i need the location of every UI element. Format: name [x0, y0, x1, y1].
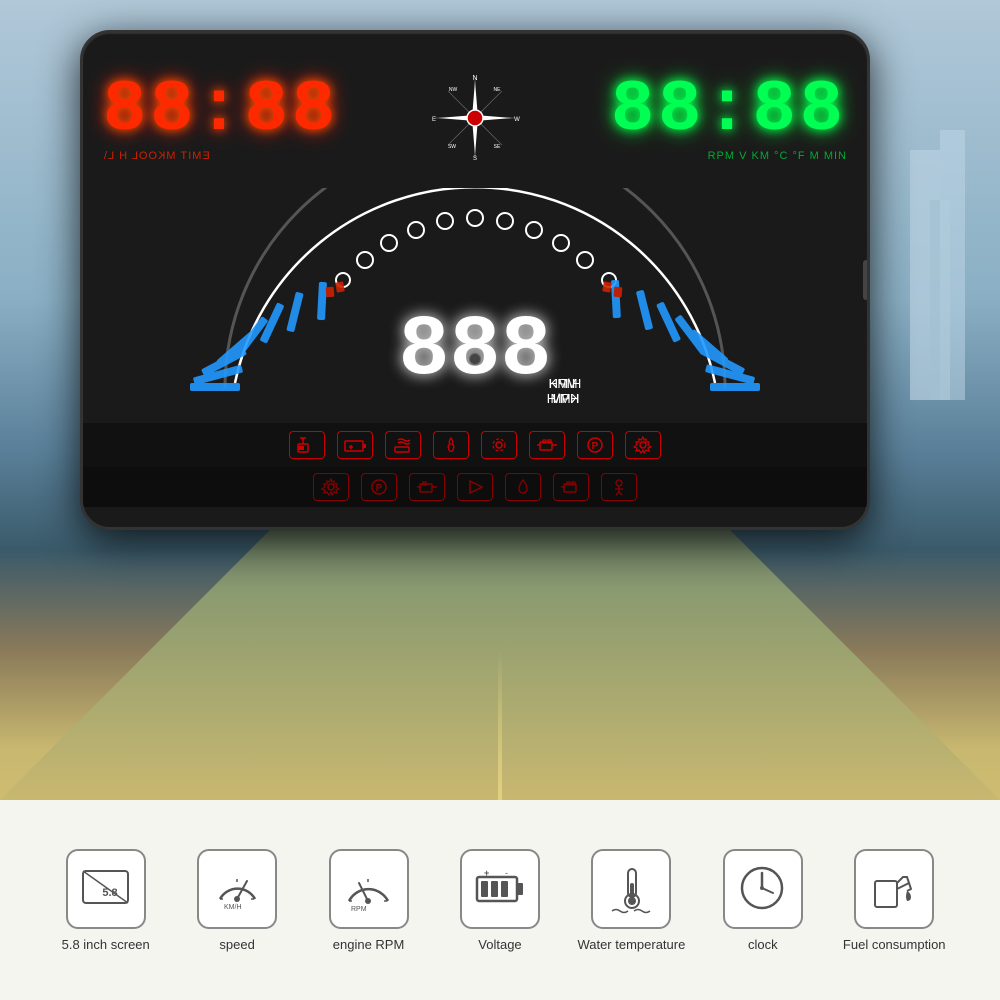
compass-rose-svg: N S E W NE NW SE SW	[430, 73, 520, 163]
voltage-label: Voltage	[478, 937, 521, 952]
clock-icon-box	[723, 849, 803, 929]
svg-text:MPH: MPH	[551, 391, 580, 406]
temp-icon	[433, 431, 469, 459]
feature-water-temp: Water temperature	[571, 849, 691, 952]
top-section: 88:88 EMIT MKOOL H L\	[83, 33, 867, 193]
speedometer-section: 888 MPH KM\H KM\H MPH	[83, 183, 867, 423]
svg-text:E: E	[432, 117, 436, 123]
speedometer-svg: 888 MPH KM\H KM\H MPH	[125, 188, 825, 418]
brake2-icon: P	[361, 473, 397, 501]
screen-size-label: 5.8 inch screen	[62, 937, 150, 952]
svg-text:NE: NE	[494, 87, 502, 93]
speed-icon-box: KM/H	[197, 849, 277, 929]
svg-text:KM/H: KM/H	[224, 904, 242, 911]
speed-svg: KM/H	[210, 861, 265, 916]
rest-icon	[385, 431, 421, 459]
warning-icons-row2: P	[83, 467, 867, 507]
voltage-svg: + -	[472, 861, 527, 916]
screen-size-svg: 5.8	[78, 861, 133, 916]
red-digits: 88:88	[103, 74, 339, 146]
water2-icon	[505, 473, 541, 501]
feature-speed: KM/H speed	[177, 849, 297, 952]
fuel-svg	[867, 861, 922, 916]
settings-icon-warn	[481, 431, 517, 459]
hud-device: 88:88 EMIT MKOOL H L\	[80, 30, 870, 530]
warning-icons-row1: P	[83, 423, 867, 467]
water-temp-label: Water temperature	[577, 937, 685, 952]
engine-rpm-svg: RPM	[341, 861, 396, 916]
svg-text:+: +	[484, 868, 489, 878]
svg-text:888: 888	[398, 302, 551, 399]
water-temp-svg	[604, 861, 659, 916]
gear-icon-warn	[625, 431, 661, 459]
person2-icon	[601, 473, 637, 501]
center-button[interactable]	[469, 353, 481, 365]
svg-text:P: P	[376, 483, 383, 494]
svg-text:KM\H: KM\H	[549, 376, 582, 391]
red-led-display: 88:88 EMIT MKOOL H L\	[103, 74, 339, 162]
svg-text:NW: NW	[449, 87, 458, 93]
feature-engine-rpm: RPM engine RPM	[309, 849, 429, 952]
engine-rpm-label: engine RPM	[333, 937, 405, 952]
engine-rpm-icon-box: RPM	[329, 849, 409, 929]
svg-text:-: -	[505, 868, 508, 878]
red-label: EMIT MKOOL H L\	[103, 150, 210, 162]
fuel-level-icon	[289, 431, 325, 459]
feature-voltage: + - Voltage	[440, 849, 560, 952]
clock-svg	[735, 861, 790, 916]
speed-label: speed	[219, 937, 254, 952]
svg-text:5.8: 5.8	[103, 887, 118, 899]
svg-text:RPM: RPM	[351, 906, 367, 913]
device-wrapper: 88:88 EMIT MKOOL H L\	[80, 30, 900, 630]
compass: N S E W NE NW SE SW	[415, 73, 535, 163]
green-digits: 88:88	[611, 74, 847, 146]
gear2-icon	[313, 473, 349, 501]
clock-label: clock	[748, 937, 778, 952]
svg-text:SW: SW	[448, 144, 456, 150]
feature-screen-size: 5.8 5.8 inch screen	[46, 849, 166, 952]
features-section: 5.8 5.8 inch screen KM/H speed	[0, 800, 1000, 1000]
engine2-icon	[409, 473, 445, 501]
engine3-icon	[553, 473, 589, 501]
svg-text:SE: SE	[494, 144, 501, 150]
voltage-icon-box: + -	[460, 849, 540, 929]
road-line	[498, 650, 502, 800]
green-led-display: 88:88 RPM V KM °C °F M MIN	[611, 74, 847, 162]
fuel-label: Fuel consumption	[843, 937, 946, 952]
feature-fuel: Fuel consumption	[834, 849, 954, 952]
svg-text:P: P	[592, 441, 599, 452]
battery-icon-warn	[337, 431, 373, 459]
fuel-icon-box	[854, 849, 934, 929]
green-label: RPM V KM °C °F M MIN	[708, 150, 847, 162]
side-button[interactable]	[863, 260, 870, 300]
engine-icon-warn	[529, 431, 565, 459]
screen-size-icon-box: 5.8	[66, 849, 146, 929]
brake-icon: P	[577, 431, 613, 459]
feature-clock: clock	[703, 849, 823, 952]
svg-text:N: N	[472, 75, 477, 82]
svg-text:S: S	[473, 156, 477, 162]
play2-icon	[457, 473, 493, 501]
svg-text:W: W	[514, 117, 520, 123]
water-temp-icon-box	[591, 849, 671, 929]
